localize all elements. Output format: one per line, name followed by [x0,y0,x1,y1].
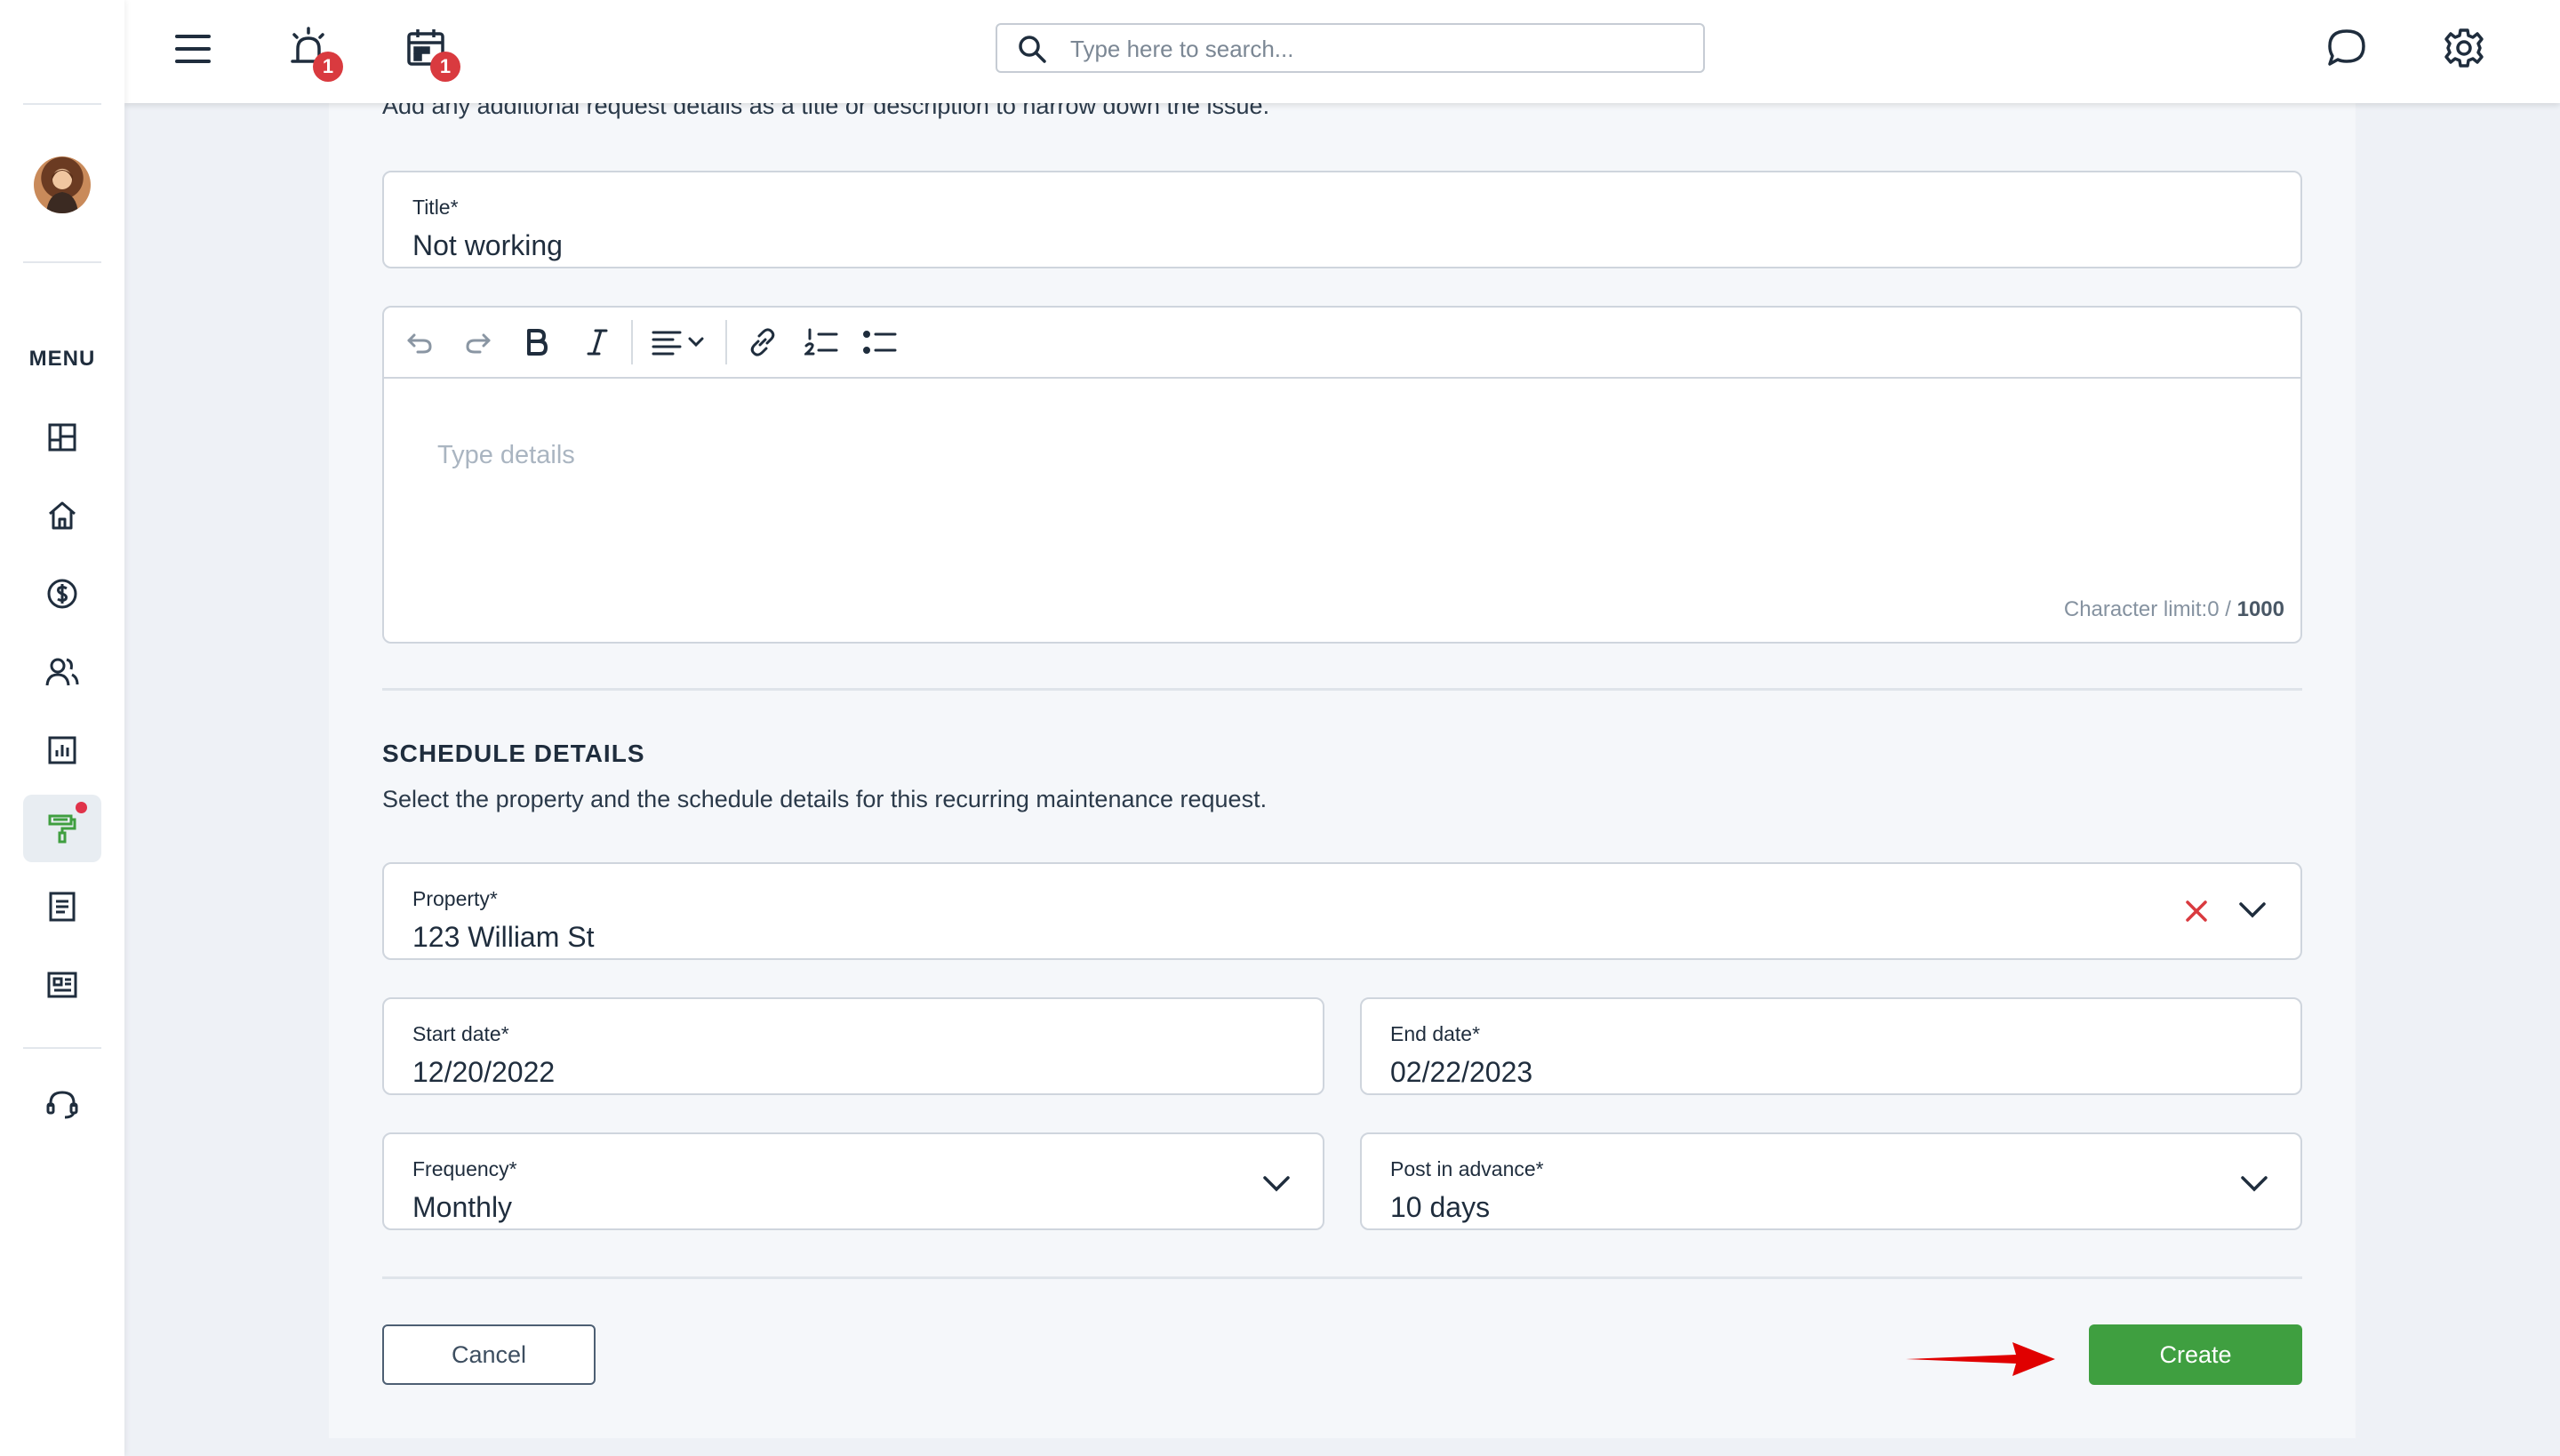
end-date-value[interactable]: 02/22/2023 [1390,1056,1532,1089]
frequency-label: Frequency* [412,1157,517,1180]
create-button[interactable]: Create [2089,1324,2302,1385]
user-avatar[interactable] [34,156,91,213]
top-bar: 1 1 [124,0,2560,103]
schedule-details-description: Select the property and the schedule det… [382,786,1268,812]
cancel-button[interactable]: Cancel [382,1324,596,1385]
bullet-list-icon[interactable] [860,323,900,362]
align-dropdown[interactable] [642,323,713,362]
post-in-advance-select[interactable]: Post in advance* 10 days [1360,1132,2302,1230]
menu-label: MENU [28,347,96,371]
post-in-advance-value: 10 days [1390,1191,1491,1223]
calendar-count-badge: 1 [430,52,460,82]
chevron-down-icon[interactable] [2240,1175,2268,1193]
headset-icon [45,1087,79,1121]
details-textarea[interactable]: Type details [437,441,575,470]
sidebar-divider [23,261,101,263]
character-max: 1000 [2236,597,2284,621]
chat-bubble-icon [2325,27,2368,69]
character-limit-label: Character limit: [2063,597,2208,621]
toolbar-separator [631,320,633,364]
sidebar-item-accounting[interactable] [23,560,101,628]
dollar-icon [46,578,78,610]
alerts-count-badge: 1 [313,52,343,82]
gear-icon [2443,27,2485,69]
notification-dot [76,802,87,813]
property-value: 123 William St [412,921,595,953]
title-label: Title* [412,196,459,219]
listing-icon [46,971,78,999]
start-date-label: Start date* [412,1022,509,1045]
sidebar-item-maintenance[interactable] [23,795,101,862]
red-arrow-annotation [1904,1337,2057,1381]
post-in-advance-label: Post in advance* [1390,1157,1544,1180]
dashboard-icon [47,422,77,452]
sidebar-divider [23,103,101,105]
align-left-icon [651,329,683,356]
hamburger-menu-icon[interactable] [171,27,215,71]
settings-button[interactable] [2441,25,2487,71]
start-date-field[interactable]: Start date* 12/20/2022 [382,997,1324,1095]
character-separator: / [2219,597,2237,621]
sidebar-item-people[interactable] [23,638,101,706]
sidebar-item-dashboard[interactable] [23,404,101,471]
search-box [996,23,1705,73]
numbered-list-icon[interactable] [802,323,841,362]
start-date-value[interactable]: 12/20/2022 [412,1056,555,1089]
end-date-field[interactable]: End date* 02/22/2023 [1360,997,2302,1095]
sidebar: MENU [0,0,124,1456]
property-label: Property* [412,887,498,910]
sidebar-item-home[interactable] [23,482,101,549]
italic-icon[interactable] [578,323,617,362]
character-count: 0 [2207,597,2220,621]
section-divider [382,688,2302,691]
document-icon [48,891,76,923]
messages-button[interactable] [2324,25,2370,71]
frequency-select[interactable]: Frequency* Monthly [382,1132,1324,1230]
sidebar-item-documents[interactable] [23,873,101,940]
alerts-button[interactable]: 1 [284,23,343,82]
details-editor: Type details Character limit:0 / 1000 [382,306,2302,644]
chevron-down-icon [688,337,704,348]
sidebar-item-listings[interactable] [23,951,101,1019]
chevron-down-icon[interactable] [1262,1175,1291,1193]
redo-icon[interactable] [459,323,498,362]
home-icon [46,500,78,532]
end-date-label: End date* [1390,1022,1481,1045]
clear-icon[interactable] [2185,900,2208,923]
calendar-button[interactable]: 1 [402,23,460,82]
chevron-down-icon[interactable] [2238,901,2267,919]
frequency-value: Monthly [412,1191,513,1223]
toolbar-separator [725,320,727,364]
reports-icon [47,735,77,765]
sidebar-item-support[interactable] [23,1070,101,1138]
character-limit: Character limit:0 / 1000 [2064,597,2284,622]
link-icon[interactable] [743,323,782,362]
undo-icon[interactable] [400,323,439,362]
editor-toolbar [384,308,2300,379]
search-icon [1017,34,1047,64]
property-select[interactable]: Property* 123 William St [382,862,2302,960]
section-divider [382,1276,2302,1279]
sidebar-divider [23,1047,101,1049]
title-field[interactable]: Title* Not working [382,171,2302,268]
title-value[interactable]: Not working [412,229,563,262]
people-icon [45,656,79,688]
search-input[interactable] [1068,25,1676,73]
bold-icon[interactable] [517,323,556,362]
schedule-details-heading: SCHEDULE DETAILS [382,740,645,767]
sidebar-item-reports[interactable] [23,716,101,784]
maintenance-icon [46,812,78,844]
